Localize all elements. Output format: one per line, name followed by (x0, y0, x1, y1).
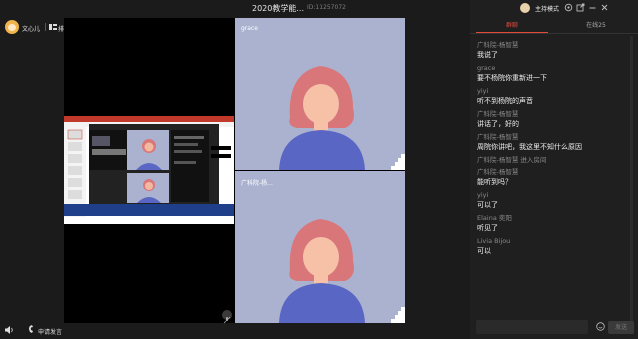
settings-icon[interactable] (564, 3, 573, 12)
chat-message-list[interactable]: 广科院-杨智慧 我说了 grace 要不杨院你重新进一下 yiyi 听不到杨院的声音 … (477, 40, 632, 315)
message-sender: Elaina 奕阳 (477, 214, 512, 222)
tile-name-label: grace (241, 25, 258, 32)
host-mode-label[interactable]: 主持模式 (535, 4, 559, 13)
chat-message: Livia Bijou 可以 (477, 236, 632, 257)
tile-name-label: 广科院-杨... (241, 180, 273, 187)
tab-online[interactable]: 在线25 (560, 20, 632, 29)
user-name: 文心儿 (22, 26, 41, 33)
chat-scrollbar[interactable] (630, 36, 633, 326)
message-text: 周院你讲吧，我这里不知什么原因 (477, 143, 582, 151)
message-sender: 广科院-杨智慧 进入房间 (477, 156, 547, 164)
volume-icon[interactable] (4, 325, 14, 335)
message-sender: 广科院-杨智慧 (477, 133, 519, 141)
message-text: 讲话了，好的 (477, 120, 519, 128)
message-text: 听不到杨院的声音 (477, 97, 533, 105)
chat-message: 广科院-杨智慧 讲话了，好的 (477, 109, 632, 130)
message-sender: yiyi (477, 87, 489, 95)
message-text: 可以了 (477, 201, 498, 209)
message-sender: 广科院-杨智慧 (477, 110, 519, 118)
layout-icon[interactable] (49, 23, 57, 31)
message-text: 要不杨院你重新进一下 (477, 74, 547, 82)
divider (45, 23, 46, 31)
screen-share[interactable] (64, 116, 234, 224)
chat-message: yiyi 听不到杨院的声音 (477, 86, 632, 107)
divider (470, 33, 638, 34)
message-sender: yiyi (477, 191, 489, 199)
mic-off-icon[interactable] (222, 310, 232, 324)
apply-speak-button[interactable]: 申请发言 (38, 327, 62, 336)
message-text: 可以 (477, 247, 491, 255)
chat-message: grace 要不杨院你重新进一下 (477, 63, 632, 84)
host-avatar (520, 3, 530, 13)
apply-speak-icon[interactable] (28, 325, 37, 335)
chat-message: yiyi 可以了 (477, 190, 632, 211)
message-sender: 广科院-杨智慧 (477, 168, 519, 176)
video-tile-guangkeyuan[interactable]: 广科院-杨... (235, 171, 405, 323)
chat-message: Elaina 奕阳 听见了 (477, 213, 632, 234)
message-text: 能听到吗？ (477, 178, 512, 186)
top-bar (0, 0, 470, 18)
message-text: 我说了 (477, 51, 498, 59)
close-icon[interactable] (600, 3, 609, 12)
video-tile-grace[interactable]: grace (235, 18, 405, 170)
tab-group-chat[interactable]: 群聊 (476, 20, 548, 29)
chat-system-message: 广科院-杨智慧 进入房间 (477, 155, 632, 165)
avatar[interactable] (5, 20, 19, 34)
message-sender: 广科院-杨智慧 (477, 41, 519, 49)
meeting-title: 2020教学能... (252, 4, 304, 13)
message-text: 听见了 (477, 224, 498, 232)
send-button[interactable]: 发送 (608, 321, 634, 334)
chat-message: 广科院-杨智慧周院你讲吧，我这里不知什么原因 (477, 132, 632, 153)
chat-input[interactable] (476, 320, 588, 334)
chat-message: 广科院-杨智慧 我说了 (477, 40, 632, 61)
minimize-icon[interactable] (588, 3, 597, 12)
chat-message: 广科院-杨智慧 能听到吗？ (477, 167, 632, 188)
emoji-icon[interactable] (596, 322, 605, 331)
message-sender: grace (477, 64, 496, 72)
message-sender: Livia Bijou (477, 237, 511, 245)
meeting-id: ID:11257072 (307, 4, 346, 11)
share-icon[interactable] (576, 3, 585, 12)
